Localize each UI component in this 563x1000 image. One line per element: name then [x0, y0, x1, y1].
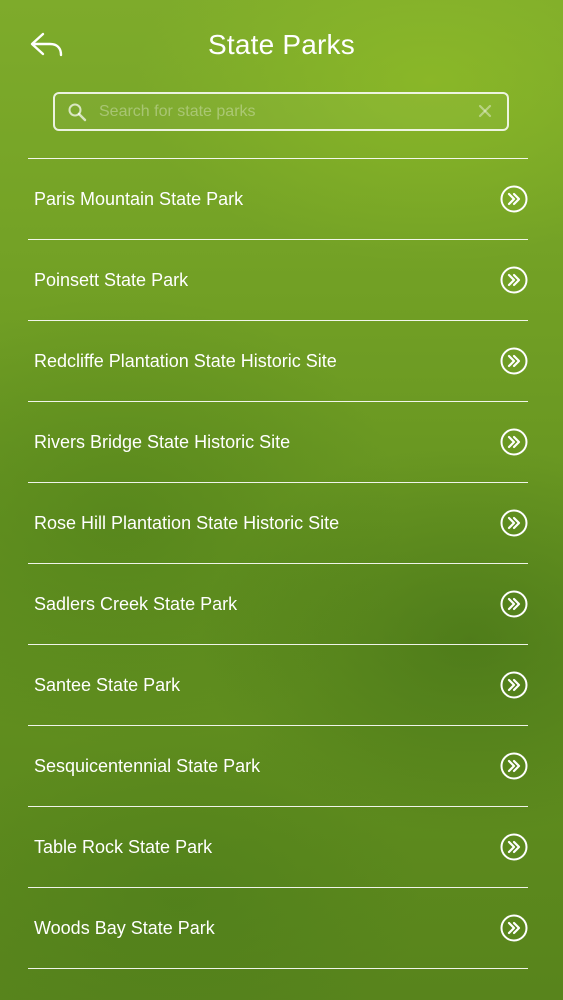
- double-chevron-right-icon[interactable]: [500, 347, 528, 375]
- park-name: Redcliffe Plantation State Historic Site: [34, 351, 337, 371]
- double-chevron-right-icon[interactable]: [500, 671, 528, 699]
- park-name: Paris Mountain State Park: [34, 189, 244, 209]
- list-item[interactable]: Paris Mountain State Park: [28, 159, 528, 240]
- double-chevron-right-icon[interactable]: [500, 266, 528, 294]
- page-title: State Parks: [208, 29, 355, 60]
- list-item[interactable]: Rose Hill Plantation State Historic Site: [28, 483, 528, 564]
- clear-icon[interactable]: [477, 103, 493, 119]
- search-input[interactable]: [99, 94, 469, 129]
- park-name: Poinsett State Park: [34, 270, 189, 290]
- list-item[interactable]: Rivers Bridge State Historic Site: [28, 402, 528, 483]
- list-item[interactable]: Sadlers Creek State Park: [28, 564, 528, 645]
- search-bar: [53, 92, 509, 131]
- park-name: Woods Bay State Park: [34, 918, 215, 938]
- park-name: Table Rock State Park: [34, 837, 213, 857]
- double-chevron-right-icon[interactable]: [500, 509, 528, 537]
- park-name: Sesquicentennial State Park: [34, 756, 261, 776]
- header: State Parks: [0, 0, 563, 90]
- park-name: Rose Hill Plantation State Historic Site: [34, 513, 340, 533]
- list-item[interactable]: Poinsett State Park: [28, 240, 528, 321]
- list-item[interactable]: Table Rock State Park: [28, 807, 528, 888]
- park-list: Paris Mountain State Park Poinsett State …: [28, 158, 528, 969]
- double-chevron-right-icon[interactable]: [500, 833, 528, 861]
- double-chevron-right-icon[interactable]: [500, 185, 528, 213]
- park-name: Rivers Bridge State Historic Site: [34, 432, 291, 452]
- list-item[interactable]: Santee State Park: [28, 645, 528, 726]
- search-icon: [68, 103, 87, 122]
- list-item[interactable]: Woods Bay State Park: [28, 888, 528, 969]
- double-chevron-right-icon[interactable]: [500, 428, 528, 456]
- list-item[interactable]: Redcliffe Plantation State Historic Site: [28, 321, 528, 402]
- list-item[interactable]: Sesquicentennial State Park: [28, 726, 528, 807]
- double-chevron-right-icon[interactable]: [500, 914, 528, 942]
- park-name: Santee State Park: [34, 675, 181, 695]
- park-name: Sadlers Creek State Park: [34, 594, 238, 614]
- double-chevron-right-icon[interactable]: [500, 752, 528, 780]
- double-chevron-right-icon[interactable]: [500, 590, 528, 618]
